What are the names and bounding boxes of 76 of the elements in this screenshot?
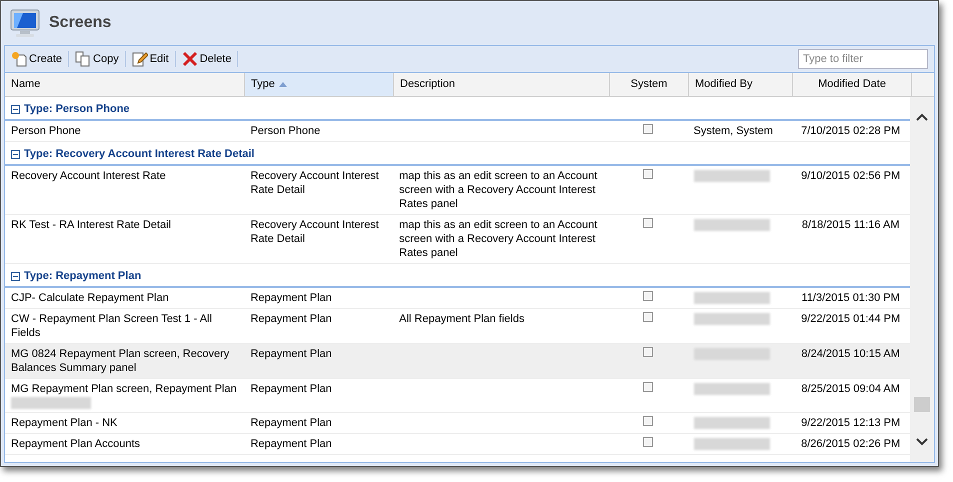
table-cell-text: 7/10/2015 02:28 PM — [800, 124, 902, 138]
toolbar-button[interactable]: Delete — [180, 49, 234, 69]
table-cell-text: Repayment Plan — [250, 291, 333, 305]
table-cell-text: map this as an edit screen to an Account screen with a Recovery Account Interest Rates panel — [399, 169, 598, 211]
checkbox[interactable] — [643, 347, 654, 357]
table-cell-text: MG Repayment Plan screen, Repayment Plan — [11, 382, 238, 396]
group-header: Type: Person Phone — [24, 102, 130, 117]
table-cell-text: Recovery Account Interest Rate Detail — [250, 169, 380, 197]
table-cell-text: 11/3/2015 01:30 PM — [800, 291, 901, 305]
checkbox[interactable] — [643, 382, 654, 392]
checkbox[interactable] — [643, 437, 654, 447]
table-cell-text: Repayment Plan Accounts — [11, 437, 142, 451]
table-row[interactable]: MG 0824 Repayment Plan screen, Recovery Balances Summary panel Repayment Plan 8/24/2015 10:15 AM — [5, 344, 910, 379]
toolbar-button[interactable]: Edit — [130, 49, 171, 69]
table-cell-text: Repayment Plan — [250, 312, 333, 326]
collapse-icon[interactable] — [11, 272, 20, 280]
scroll-up-icon[interactable] — [916, 113, 928, 121]
table-cell-text: 8/25/2015 09:04 AM — [800, 382, 901, 396]
column-header[interactable]: Modified By — [689, 73, 793, 96]
table-cell-text: Repayment Plan — [250, 382, 333, 396]
table-cell-text: 9/10/2015 02:56 PM — [800, 169, 902, 183]
table-row[interactable]: Person Phone Person Phone System, System 7/10/2015 02:28 PM — [5, 121, 910, 142]
table-row[interactable]: Repayment Plan Accounts Repayment Plan 8/26/2015 02:26 PM — [5, 434, 910, 455]
column-header[interactable]: Type — [245, 73, 394, 96]
scrollbar[interactable] — [910, 97, 934, 462]
table-cell-text: CJP- Calculate Repayment Plan — [11, 291, 170, 305]
sort-ascending-icon — [278, 82, 287, 87]
collapse-icon[interactable] — [11, 150, 20, 158]
checkbox[interactable] — [643, 124, 654, 134]
checkbox[interactable] — [643, 218, 654, 228]
table-row[interactable]: CJP- Calculate Repayment Plan Repayment Plan 11/3/2015 01:30 PM — [5, 288, 910, 309]
table-cell-text: Repayment Plan — [250, 416, 333, 430]
column-header[interactable]: Description — [394, 73, 610, 96]
table-cell-text: 8/24/2015 10:15 AM — [800, 347, 901, 361]
table-row[interactable]: MG Repayment Plan screen, Repayment Plan Repayment Plan 8/25/2015 09:04 AM — [5, 379, 910, 413]
table-cell-text: Recovery Account Interest Rate Detail — [250, 218, 380, 246]
table-cell-text: 8/26/2015 02:26 PM — [800, 437, 902, 451]
collapse-icon[interactable] — [11, 104, 20, 114]
table-row[interactable]: Recovery Account Interest Rate Recovery Account Interest Rate Detail map this as an edit screen to an Account screen with a Recovery Account Interest Rates panel 9/10/2015 02:56 PM — [5, 166, 910, 215]
column-header[interactable]: System — [610, 73, 689, 96]
group-header: Type: Repayment Plan — [24, 268, 142, 284]
table-cell-text: 9/22/2015 01:44 PM — [800, 312, 902, 326]
table-cell-text: Person Phone — [11, 124, 82, 138]
table-cell-text: Repayment Plan — [250, 347, 333, 361]
checkbox[interactable] — [643, 312, 654, 322]
table-cell-text: Repayment Plan — [250, 437, 333, 451]
table-cell-text: Recovery Account Interest Rate — [11, 169, 167, 183]
group-header: Type: Recovery Account Interest Rate Detail — [24, 146, 254, 162]
filter-field[interactable]: Type to filter — [798, 49, 928, 69]
table-row[interactable]: RK Test - RA Interest Rate Detail Recovery Account Interest Rate Detail map this as an edit screen to an Account screen with a Recovery Account Interest Rates panel 8/18/2015 11:16 AM — [5, 215, 910, 264]
monitor-icon — [9, 7, 41, 39]
table-cell-text: 8/18/2015 11:16 AM — [800, 218, 900, 232]
table-cell-text: map this as an edit screen to an Account screen with a Recovery Account Interest Rates panel — [399, 218, 598, 260]
table-cell-text: MG 0824 Repayment Plan screen, Recovery Balances Summary panel — [11, 347, 230, 375]
table-cell-text: 9/22/2015 12:13 PM — [800, 416, 902, 430]
checkbox[interactable] — [643, 416, 654, 426]
table-row[interactable]: Repayment Plan - NK Repayment Plan 9/22/2015 12:13 PM — [5, 413, 910, 434]
toolbar-button[interactable]: Copy — [73, 49, 121, 69]
column-header[interactable]: Modified Date — [793, 73, 912, 96]
star-document-icon — [11, 51, 27, 67]
edit-icon — [132, 51, 148, 67]
table-cell-text: RK Test - RA Interest Rate Detail — [11, 218, 172, 232]
table-cell-text: All Repayment Plan fields — [399, 312, 526, 326]
scroll-down-icon[interactable] — [916, 438, 928, 446]
toolbar-button[interactable]: Create — [9, 49, 64, 69]
table-cell-text: Person Phone — [250, 124, 322, 138]
window-title: Screens — [49, 13, 112, 33]
table-row[interactable]: CW - Repayment Plan Screen Test 1 - All Fields Repayment Plan All Repayment Plan fields 9/22/2015 01:44 PM — [5, 309, 910, 344]
checkbox[interactable] — [643, 291, 654, 301]
checkbox[interactable] — [643, 169, 654, 179]
table-cell-text: CW - Repayment Plan Screen Test 1 - All Fields — [11, 312, 213, 340]
scroll-thumb[interactable] — [914, 397, 930, 412]
delete-icon — [182, 51, 198, 67]
copy-icon — [75, 51, 92, 67]
table-cell-text: Repayment Plan - NK — [11, 416, 118, 430]
table-cell-text: System, System — [694, 124, 774, 138]
